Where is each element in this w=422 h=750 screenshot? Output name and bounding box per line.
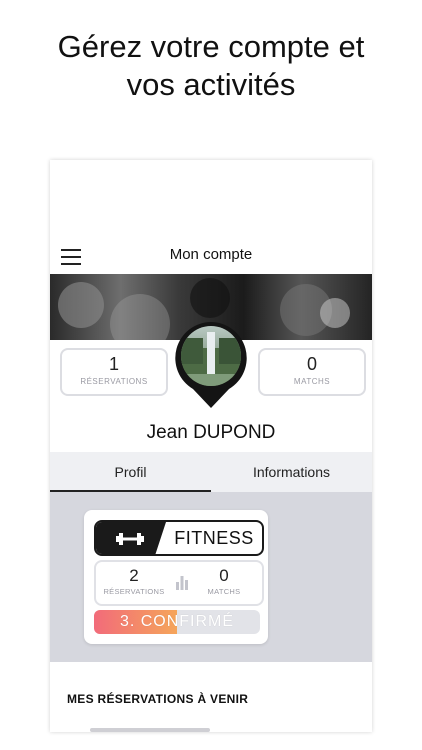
reservations-stat: 1 RÉSERVATIONS (60, 348, 168, 396)
profile-content: FITNESS 2 RÉSERVATIONS 0 MATCHS 3. CONFI… (50, 492, 372, 662)
sport-header: FITNESS (94, 520, 264, 556)
profile-tabs: Profil Informations (50, 452, 372, 492)
sport-matchs-count: 0 (219, 566, 229, 585)
sport-stats: 2 RÉSERVATIONS 0 MATCHS (94, 560, 264, 606)
sport-reservations-stat: 2 RÉSERVATIONS (96, 562, 172, 596)
reservation-card-peek[interactable] (90, 728, 210, 732)
user-name: Jean DUPOND (50, 422, 372, 444)
reservations-count: 1 (108, 354, 119, 374)
headline: Gérez votre compte et vos activités (57, 29, 365, 102)
sport-reservations-label: RÉSERVATIONS (103, 587, 165, 596)
sport-matchs-stat: 0 MATCHS (186, 562, 262, 596)
sport-matchs-label: MATCHS (207, 587, 241, 596)
dumbbell-icon (116, 533, 144, 545)
avatar[interactable] (171, 318, 251, 410)
page-title: Mon compte (169, 246, 253, 263)
upcoming-title: MES RÉSERVATIONS À VENIR (67, 692, 249, 706)
sport-name: FITNESS (174, 528, 254, 548)
reservations-label: RÉSERVATIONS (80, 377, 148, 386)
matchs-label: MATCHS (293, 377, 331, 386)
tab-informations[interactable]: Informations (211, 452, 372, 492)
section-divider (50, 662, 372, 674)
matchs-stat: 0 MATCHS (258, 348, 366, 396)
matchs-count: 0 (306, 354, 317, 374)
level-progress-bar: 3. CONFIRMÉ (94, 610, 260, 634)
sport-card[interactable]: FITNESS 2 RÉSERVATIONS 0 MATCHS 3. CONFI… (84, 510, 268, 644)
last-name: DUPOND (193, 422, 276, 443)
phone-screen: Mon compte 1 RÉSERVATIONS 0 MATCHS Jean … (50, 160, 372, 732)
upcoming-reservations: MES RÉSERVATIONS À VENIR (50, 674, 372, 732)
app-bar: Mon compte (50, 240, 372, 274)
level-label: 3. CONFIRMÉ (119, 613, 235, 630)
tab-profil[interactable]: Profil (50, 452, 211, 492)
first-name: Jean (146, 422, 188, 443)
sport-reservations-count: 2 (129, 566, 139, 585)
